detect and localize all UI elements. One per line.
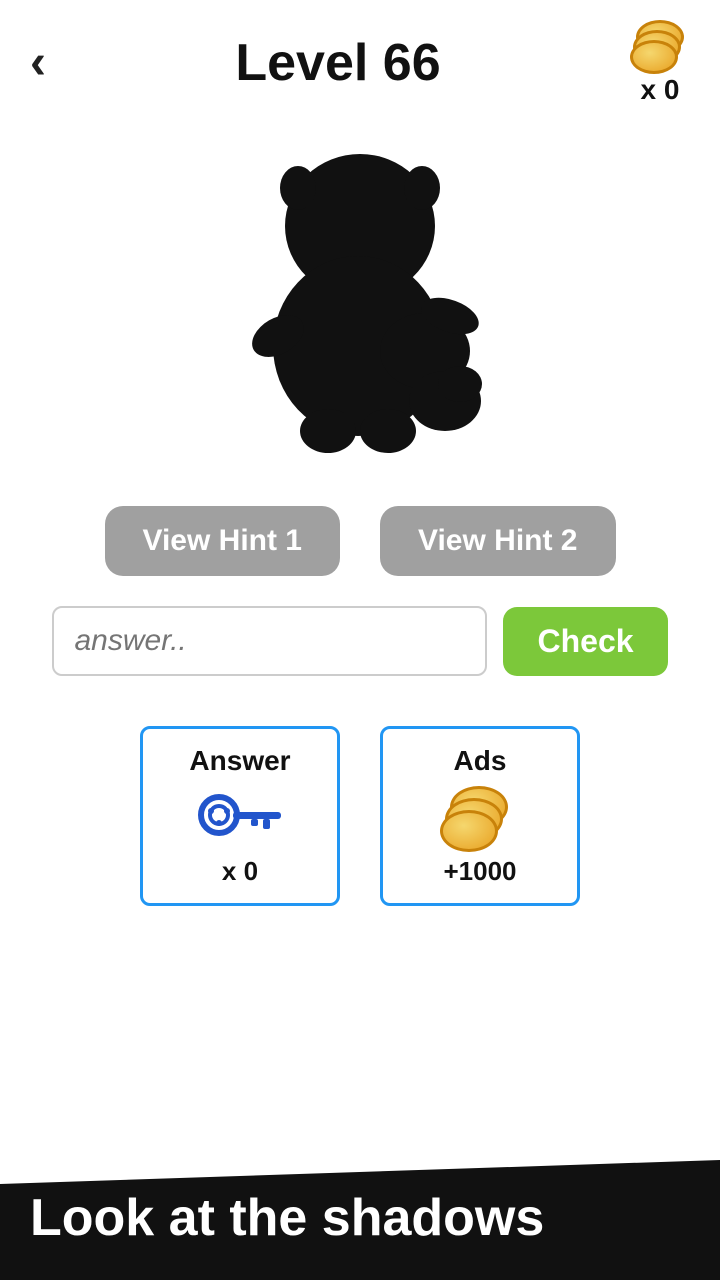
- ads-card-title: Ads: [454, 745, 507, 777]
- header: ‹ Level 66 x 0: [0, 0, 720, 116]
- bottom-banner: Look at the shadows: [0, 1160, 720, 1280]
- hint2-button[interactable]: View Hint 2: [380, 506, 616, 576]
- answer-card-icon-area: [195, 781, 285, 851]
- hint-row: View Hint 1 View Hint 2: [0, 506, 720, 576]
- coin-count: x 0: [641, 74, 680, 106]
- level-title: Level 66: [235, 33, 440, 93]
- pokemon-silhouette: [190, 136, 530, 476]
- check-button[interactable]: Check: [503, 607, 667, 676]
- powerup-row: Answer x 0 Ads: [0, 726, 720, 906]
- ads-card-icon-area: [440, 781, 520, 851]
- ads-card[interactable]: Ads +1000: [380, 726, 580, 906]
- answer-row: Check: [0, 606, 720, 676]
- back-button[interactable]: ‹: [30, 39, 46, 87]
- coin-3: [630, 40, 678, 74]
- answer-card-value: x 0: [222, 856, 258, 887]
- answer-card-title: Answer: [189, 745, 290, 777]
- banner-text: Look at the shadows: [30, 1189, 544, 1247]
- ads-coin-3: [440, 810, 498, 852]
- answer-input[interactable]: [52, 606, 487, 676]
- hint1-button[interactable]: View Hint 1: [105, 506, 341, 576]
- coin-stack-icon: [630, 20, 690, 70]
- coins-area: x 0: [630, 20, 690, 106]
- key-icon: [195, 791, 285, 841]
- ads-coin-stack: [440, 786, 520, 846]
- silhouette-area: [0, 116, 720, 506]
- ads-card-value: +1000: [443, 856, 516, 887]
- answer-card[interactable]: Answer x 0: [140, 726, 340, 906]
